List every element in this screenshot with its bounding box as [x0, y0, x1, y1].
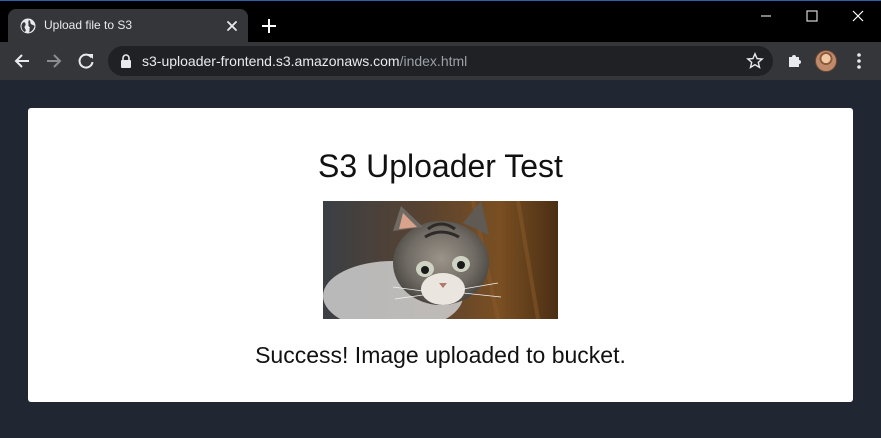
back-arrow-icon[interactable]	[12, 51, 32, 71]
kebab-menu-icon[interactable]	[851, 51, 867, 71]
reload-icon[interactable]	[76, 51, 96, 71]
browser-toolbar: s3-uploader-frontend.s3.amazonaws.com/in…	[0, 42, 881, 80]
maximize-icon[interactable]	[803, 7, 821, 25]
close-icon[interactable]	[849, 7, 867, 25]
browser-tab[interactable]: Upload file to S3	[8, 9, 248, 43]
upload-status-message: Success! Image uploaded to bucket.	[255, 342, 626, 368]
uploaded-image	[323, 201, 558, 319]
address-bar[interactable]: s3-uploader-frontend.s3.amazonaws.com/in…	[108, 46, 773, 76]
url-path: /index.html	[399, 53, 468, 69]
profile-avatar[interactable]	[815, 50, 837, 72]
tab-title: Upload file to S3	[44, 18, 133, 32]
star-icon[interactable]	[746, 52, 764, 70]
page-title: S3 Uploader Test	[318, 148, 563, 184]
lock-icon[interactable]	[120, 54, 132, 68]
close-icon[interactable]	[224, 18, 240, 34]
content-card: S3 Uploader Test Success! Image uploaded…	[28, 108, 853, 402]
globe-icon	[20, 18, 36, 34]
url-host: s3-uploader-frontend.s3.amazonaws.com	[142, 53, 400, 69]
browser-tabstrip: Upload file to S3	[0, 0, 881, 43]
minimize-icon[interactable]	[757, 7, 775, 25]
url-text[interactable]: s3-uploader-frontend.s3.amazonaws.com/in…	[142, 53, 467, 69]
page-viewport: S3 Uploader Test Success! Image uploaded…	[0, 80, 881, 438]
plus-icon[interactable]	[260, 17, 278, 35]
puzzle-icon[interactable]	[786, 52, 804, 70]
forward-arrow-icon[interactable]	[44, 51, 64, 71]
